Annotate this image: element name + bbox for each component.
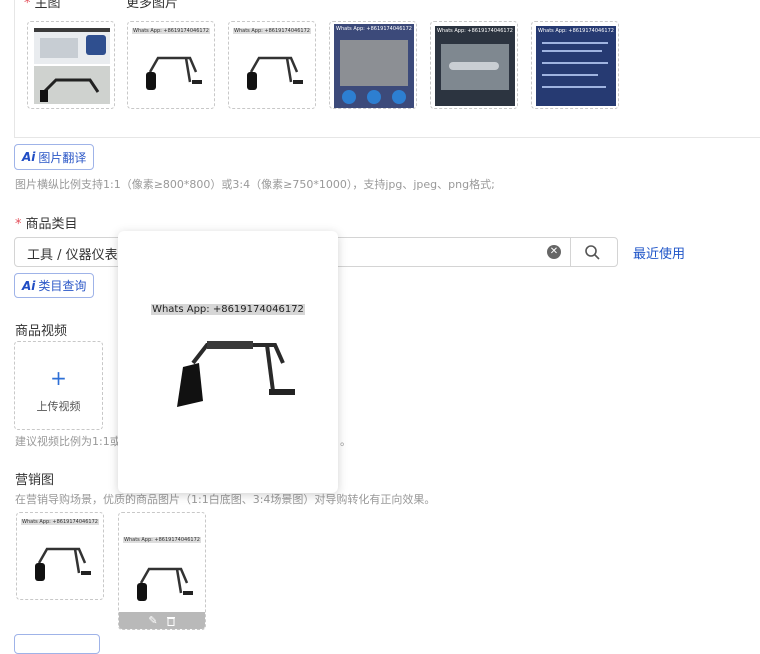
watermark-text: Whats App: +8619174046172 — [233, 28, 311, 34]
delete-icon[interactable] — [166, 615, 176, 626]
pedal-icon — [137, 567, 193, 601]
search-icon[interactable] — [584, 244, 600, 260]
main-image-thumb[interactable] — [27, 21, 115, 109]
category-label-row: * 商品类目 — [15, 217, 78, 232]
edit-icon[interactable]: ✎ — [148, 614, 157, 627]
photo-part-bottom — [34, 66, 110, 104]
video-hint-start: 建议视频比例为1:1或 — [15, 435, 121, 448]
video-hint-end: 。 — [340, 435, 351, 448]
watermark-text: Whats App: +8619174046172 — [123, 537, 201, 543]
marketing-image-thumb-2[interactable]: Whats App: +8619174046172 ✎ — [118, 512, 206, 630]
photo-part-top — [34, 28, 110, 64]
marketing-image-thumb-1[interactable]: Whats App: +8619174046172 — [16, 512, 104, 600]
more-image-thumb-5[interactable]: Whats App: +8619174046172 — [531, 21, 619, 109]
more-image-thumb-1[interactable]: Whats App: +8619174046172 — [127, 21, 215, 109]
marketing-hint: 在营销导购场景，优质的商品图片（1:1白底图、3:4场景图）对导购转化有正向效果… — [15, 493, 436, 506]
watermark-text: Whats App: +8619174046172 — [21, 519, 99, 525]
category-label: 商品类目 — [25, 217, 78, 232]
clear-icon[interactable]: ✕ — [547, 245, 561, 259]
image-preview-popover: Whats App: +8619174046172 — [118, 231, 338, 493]
image-action-bar: ✎ — [119, 612, 205, 629]
ai-category-query-button[interactable]: Ai 类目查询 — [14, 273, 95, 298]
ai-category-query-label: 类目查询 — [38, 279, 87, 293]
plus-icon: + — [50, 366, 67, 390]
partial-bottom-button[interactable] — [14, 634, 100, 654]
ai-badge: Ai — [22, 150, 36, 164]
pedal-icon — [146, 56, 202, 90]
pedal-icon — [247, 56, 303, 90]
watermark-text: Whats App: +8619174046172 — [336, 26, 412, 32]
category-value: 工具 / 仪器仪表 / — [27, 248, 127, 263]
watermark-text: Whats App: +8619174046172 — [132, 28, 210, 34]
more-image-thumb-3[interactable]: Whats App: +8619174046172 — [329, 21, 417, 109]
ai-badge: Ai — [22, 278, 36, 293]
image-hint: 图片横纵比例支持1:1（像素≥800*800）或3:4（像素≥750*1000）… — [15, 178, 495, 191]
marketing-label: 营销图 — [15, 473, 55, 488]
more-image-thumb-2[interactable]: Whats App: +8619174046172 — [228, 21, 316, 109]
watermark-text: Whats App: +8619174046172 — [437, 28, 513, 34]
watermark-text: Whats App: +8619174046172 — [538, 28, 614, 34]
pedal-icon — [35, 547, 91, 581]
upload-video-button[interactable]: + 上传视频 — [14, 341, 103, 430]
pedal-icon — [40, 78, 100, 102]
video-label: 商品视频 — [15, 324, 68, 339]
ai-image-translate-label: 图片翻译 — [38, 150, 87, 165]
upload-video-label: 上传视频 — [36, 400, 81, 413]
recent-used-link[interactable]: 最近使用 — [633, 243, 685, 262]
watermark-text: Whats App: +8619174046172 — [151, 304, 305, 315]
ai-image-translate-button[interactable]: Ai 图片翻译 — [14, 144, 95, 170]
pedal-preview-image — [177, 341, 295, 407]
more-image-thumb-4[interactable]: Whats App: +8619174046172 — [430, 21, 518, 109]
